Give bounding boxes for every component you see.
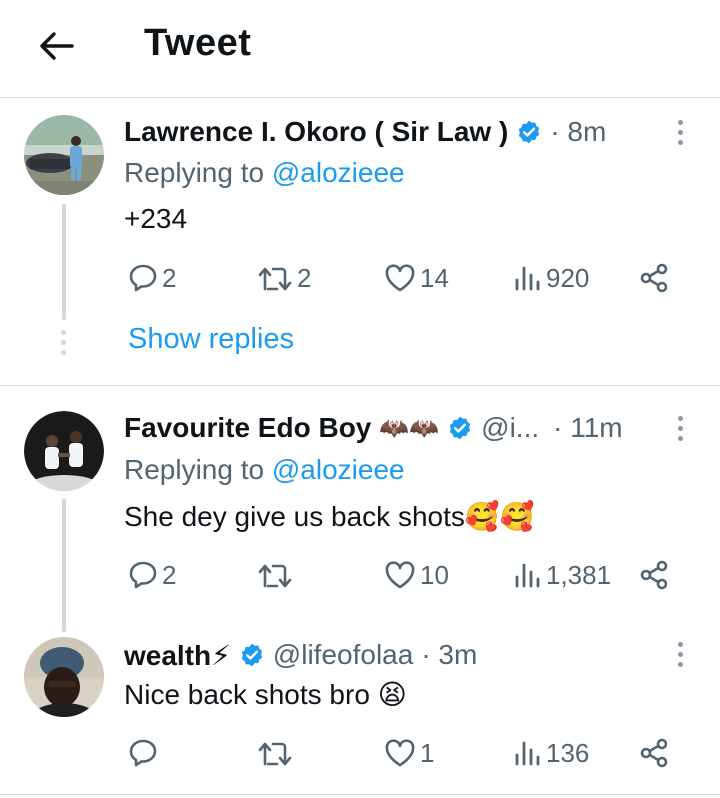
thread-line	[62, 204, 66, 320]
replying-to-label: Replying to	[124, 157, 265, 188]
tweet-time: · 8m	[550, 116, 607, 147]
reply-bubble-icon	[129, 739, 157, 767]
avatar[interactable]	[24, 115, 104, 195]
display-name[interactable]: wealth⚡	[124, 639, 231, 672]
retweet-button[interactable]: 2	[257, 258, 311, 298]
share-icon	[640, 263, 668, 293]
avatar[interactable]	[24, 411, 104, 491]
more-options-button[interactable]	[675, 642, 685, 667]
heart-icon	[385, 264, 415, 292]
more-options-button[interactable]	[675, 416, 685, 441]
retweet-icon	[258, 742, 292, 766]
heart-icon	[385, 561, 415, 589]
like-button[interactable]: 1	[384, 733, 434, 773]
retweet-button[interactable]	[257, 733, 297, 773]
tweet-divider	[0, 385, 720, 386]
thread-dots	[59, 330, 67, 355]
verified-badge-icon	[241, 643, 262, 667]
tweet-header: Favourite Edo Boy 🦇🦇 @i... · 11m	[124, 410, 623, 446]
views-button[interactable]: 920	[512, 258, 589, 298]
display-name[interactable]: Lawrence I. Okoro ( Sir Law )	[124, 116, 508, 148]
share-button[interactable]	[638, 555, 670, 595]
views-bars-icon	[515, 563, 540, 588]
top-bar: Tweet	[0, 0, 720, 96]
reply-count: 2	[162, 262, 177, 293]
view-count: 1,381	[546, 559, 612, 590]
reply-button[interactable]: 2	[128, 258, 176, 298]
more-vertical-icon	[677, 416, 683, 421]
name-emoji: 🦇🦇	[379, 414, 440, 442]
share-icon	[640, 738, 668, 768]
tweet-divider	[0, 794, 720, 795]
replying-to: Replying to @alozieee	[124, 454, 405, 486]
like-count: 10	[420, 559, 449, 590]
replying-to-handle[interactable]: @alozieee	[272, 157, 405, 188]
replying-to-handle[interactable]: @alozieee	[272, 454, 405, 485]
share-icon	[640, 560, 668, 590]
share-button[interactable]	[638, 733, 670, 773]
retweet-icon	[258, 564, 292, 588]
like-count: 1	[420, 737, 435, 768]
view-count: 920	[546, 262, 590, 293]
reply-button[interactable]	[128, 733, 162, 773]
retweet-icon	[258, 267, 292, 291]
verified-badge-icon	[519, 120, 540, 144]
user-handle[interactable]: @i...	[481, 412, 539, 444]
retweet-count: 2	[297, 262, 312, 293]
tweet-text: +234	[124, 203, 188, 234]
share-button[interactable]	[638, 258, 670, 298]
tweet-actions: 2 10 1,381	[124, 555, 684, 595]
header-divider	[0, 97, 720, 98]
like-count: 14	[420, 262, 449, 293]
tweet-text: Nice back shots bro 😫	[124, 679, 407, 710]
views-bars-icon	[515, 741, 540, 766]
tweet-header: Lawrence I. Okoro ( Sir Law ) · 8m	[124, 114, 606, 150]
more-vertical-icon	[677, 642, 683, 647]
replying-to: Replying to @alozieee	[124, 157, 405, 189]
view-count: 136	[546, 737, 590, 768]
tweet-time: · 3m	[421, 639, 478, 670]
views-bars-icon	[515, 266, 540, 291]
arrow-left-icon	[40, 32, 74, 60]
user-handle[interactable]: @lifeofolaa	[273, 639, 414, 671]
views-button[interactable]: 136	[512, 733, 589, 773]
verified-badge-icon	[449, 416, 471, 440]
back-button[interactable]	[36, 26, 76, 66]
tweet-actions: 2 2 14 920	[124, 258, 684, 298]
tweet-actions: 1 136	[124, 733, 684, 773]
thread-line	[62, 498, 66, 632]
tweet-time: · 11m	[553, 412, 623, 443]
more-options-button[interactable]	[675, 120, 685, 145]
reply-button[interactable]: 2	[128, 555, 176, 595]
replying-to-label: Replying to	[124, 454, 265, 485]
retweet-button[interactable]	[257, 555, 297, 595]
more-vertical-icon	[677, 120, 683, 125]
heart-icon	[385, 739, 415, 767]
reply-count: 2	[162, 559, 177, 590]
display-name[interactable]: Favourite Edo Boy	[124, 412, 371, 444]
like-button[interactable]: 10	[384, 555, 449, 595]
show-replies-link[interactable]: Show replies	[128, 323, 294, 356]
views-button[interactable]: 1,381	[512, 555, 611, 595]
reply-bubble-icon	[129, 561, 157, 589]
tweet-header: wealth⚡ @lifeofolaa · 3m	[124, 637, 477, 673]
avatar[interactable]	[24, 637, 104, 717]
like-button[interactable]: 14	[384, 258, 449, 298]
tweet-text: She dey give us back shots🥰🥰	[124, 501, 535, 532]
reply-bubble-icon	[129, 264, 157, 292]
page-title: Tweet	[144, 22, 252, 64]
